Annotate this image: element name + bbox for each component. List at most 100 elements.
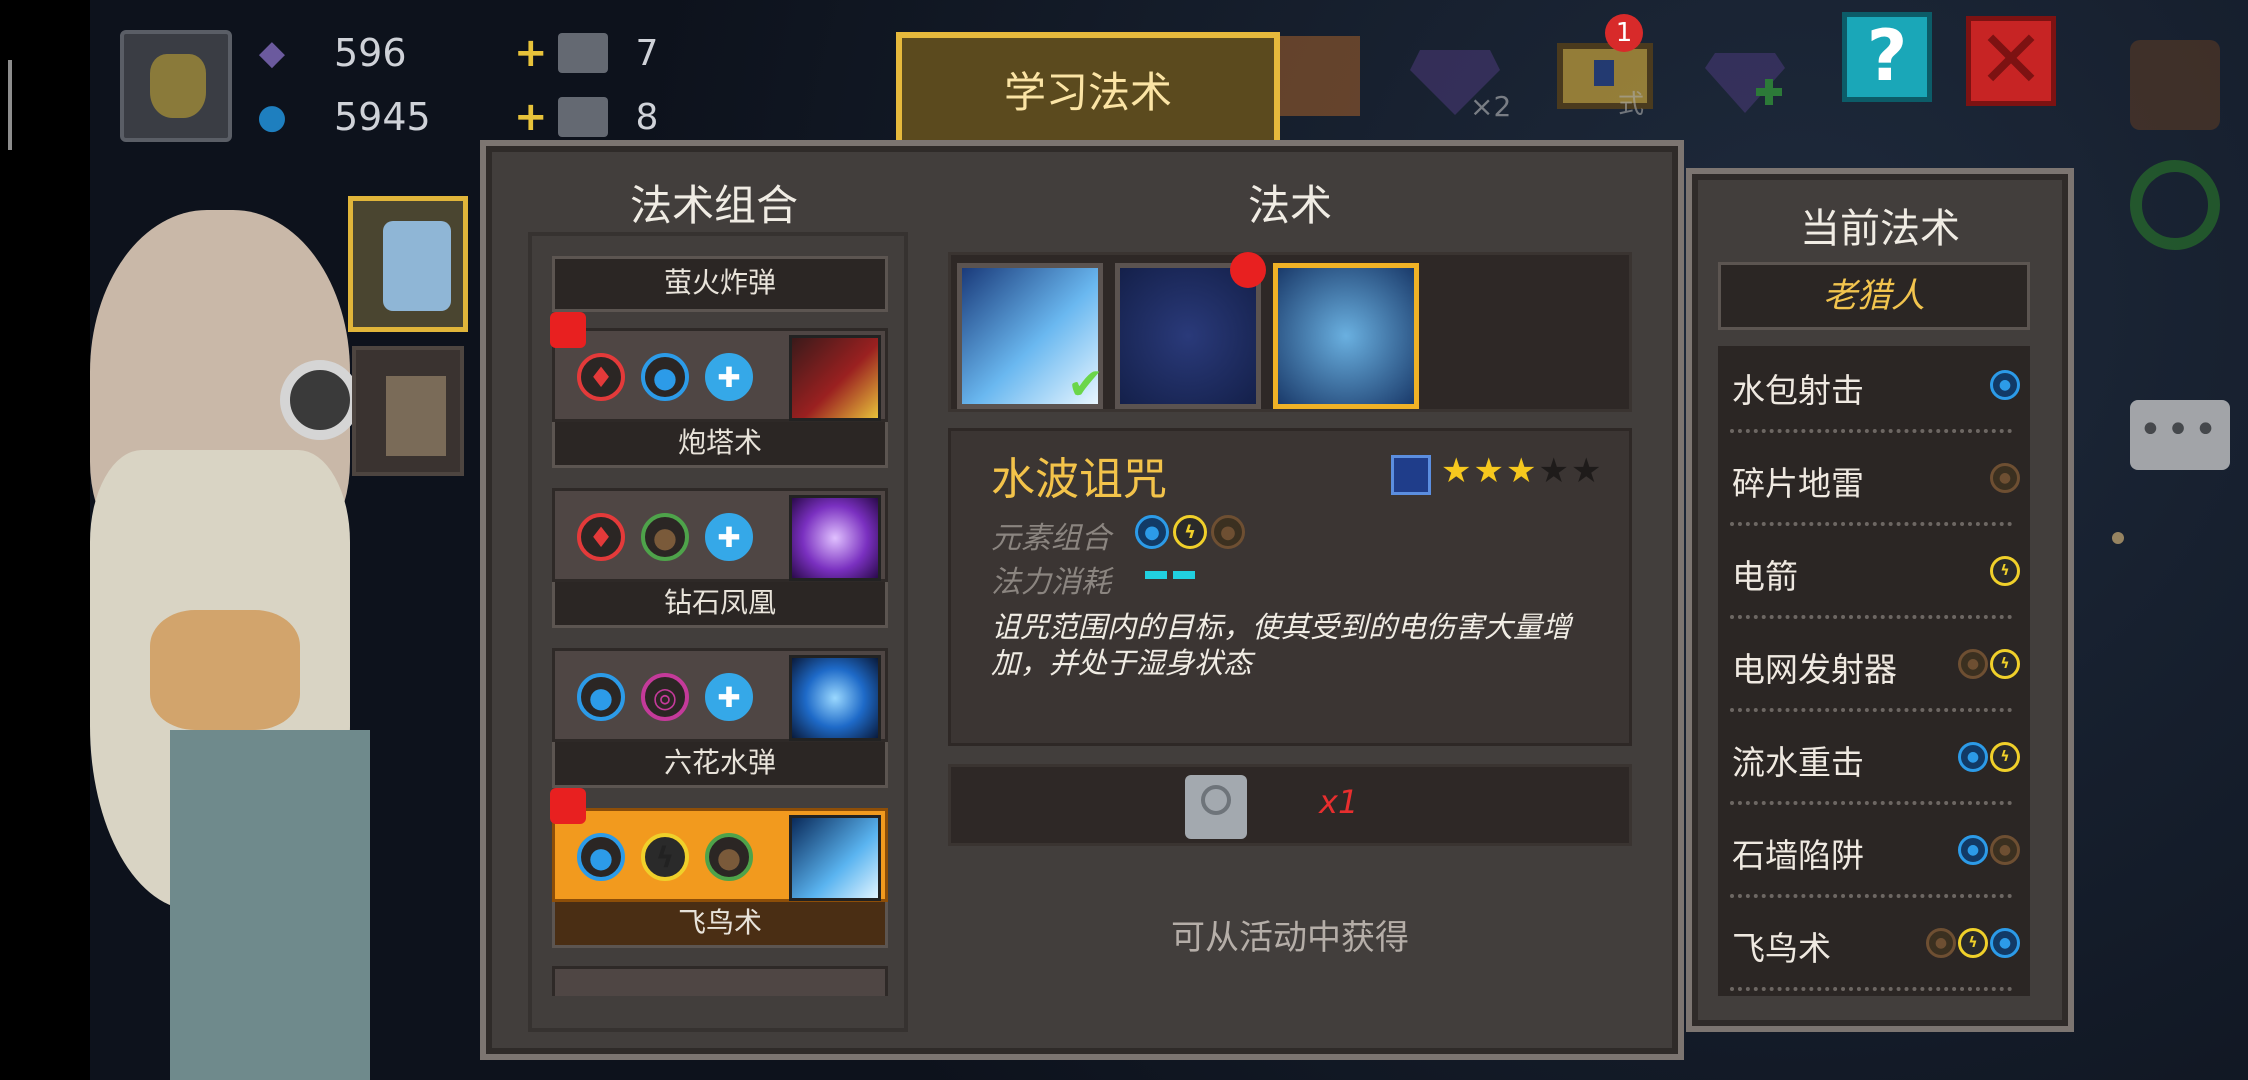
water-element-icon: ●	[1958, 742, 1988, 772]
combo-item-selected[interactable]: ● ϟ ● 飞鸟术	[552, 808, 888, 948]
gem-icon: ◆	[258, 33, 286, 73]
decor-dot	[2112, 532, 2124, 544]
material-count: 7	[635, 32, 659, 74]
emote-icon[interactable]	[2130, 160, 2220, 250]
crown-gem-icon[interactable]: ×2	[1400, 20, 1510, 120]
spell-rating: ★★★★★	[1441, 451, 1603, 491]
current-spell-item[interactable]: 碎片地雷 ●	[1718, 439, 2030, 532]
current-spell-item[interactable]: 飞鸟术 ● ϟ ●	[1718, 904, 2030, 997]
current-spell-item[interactable]: 电网发射器 ● ϟ	[1718, 625, 2030, 718]
combo-item[interactable]: ● ◎ ✚ 六花水弹	[552, 648, 888, 788]
spell-description: 诅咒范围内的目标，使其受到的电伤害大量增加，并处于湿身状态	[991, 610, 1572, 680]
spell-name: 电网发射器	[1732, 650, 1897, 689]
material-icon	[557, 97, 608, 137]
combo-name: 六花水弹	[552, 742, 888, 788]
turret-spell-icon	[789, 335, 881, 421]
current-spell-item[interactable]: 流水重击 ● ϟ	[1718, 718, 2030, 811]
combo-item[interactable]: ♦ ● ✚ 钻石凤凰	[552, 488, 888, 628]
add-icon[interactable]: +	[514, 94, 548, 140]
divider	[1730, 615, 2012, 619]
npc-monocle	[280, 360, 360, 440]
star-icon: ★	[1441, 451, 1474, 491]
old-hunter-npc	[90, 210, 390, 1080]
combo-name: 飞鸟术	[552, 902, 888, 948]
combo-elements: ● ϟ ●	[552, 808, 888, 902]
earth-element-icon: ●	[1958, 649, 1988, 679]
star-icon: ★	[1505, 451, 1539, 491]
close-x-icon[interactable]: ✕	[1966, 16, 2056, 106]
water-element-icon: ●	[1990, 370, 2020, 400]
material-icon	[557, 33, 608, 73]
current-spells-list[interactable]: 水包射击 ● 碎片地雷 ● 电箭 ϟ 电网发射器 ● ϟ 流水重击 ● ϟ 石墙陷阱…	[1718, 346, 2030, 996]
fire-element-icon: ♦	[577, 513, 625, 561]
current-spell-item[interactable]: 电箭 ϟ	[1718, 532, 2030, 625]
spells-title: 法术	[1248, 181, 1333, 230]
notification-badge: 1	[1605, 14, 1643, 52]
combos-list[interactable]: 萤火炸弹 ♦ ● ✚ 炮塔术 ♦ ● ✚ 钻石凤凰 ● ◎ ✚ 六花水弹 ● ϟ…	[552, 256, 888, 996]
storage-box-icon	[386, 376, 446, 456]
ice-element-icon: ✚	[705, 673, 753, 721]
water-bomb-spell-icon	[789, 655, 881, 741]
lightning-element-icon: ϟ	[1173, 515, 1207, 549]
duck-icon	[150, 54, 206, 118]
gem-resource: ◆ 596 + 7	[250, 30, 659, 76]
combos-title: 法术组合	[630, 181, 799, 230]
spell-name: 碎片地雷	[1732, 464, 1864, 503]
spell-variants: ✔	[948, 252, 1632, 412]
water-element-icon: ●	[1135, 515, 1169, 549]
add-icon[interactable]: +	[514, 30, 548, 76]
combo-item-partial[interactable]	[552, 966, 888, 996]
spell-name: 流水重击	[1732, 743, 1864, 782]
spell-type-icon	[1391, 455, 1431, 495]
cost-quantity: x1	[1319, 783, 1359, 821]
earth-element-icon: ●	[641, 513, 689, 561]
spell-name: 电箭	[1732, 557, 1798, 596]
combo-elements: ♦ ● ✚	[552, 328, 888, 422]
arcane-element-icon: ◎	[641, 673, 689, 721]
current-spell-item[interactable]: 水包射击 ●	[1718, 346, 2030, 439]
source-note: 可从活动中获得	[1171, 918, 1409, 958]
water-element-icon: ●	[577, 673, 625, 721]
coin-resource: ● 5945 + 8	[250, 94, 658, 140]
water-element-icon: ●	[641, 353, 689, 401]
combo-name: 钻石凤凰	[552, 582, 888, 628]
player-avatar[interactable]	[120, 30, 232, 142]
star-empty-icon: ★	[1538, 451, 1571, 491]
learn-spell-tab[interactable]: 学习法术	[896, 32, 1280, 140]
combo-item[interactable]: ♦ ● ✚ 炮塔术	[552, 328, 888, 468]
earth-element-icon: ●	[705, 833, 753, 881]
diamond-phoenix-spell-icon	[789, 495, 881, 581]
learn-spell-title: 学习法术	[1003, 67, 1172, 117]
lightning-element-icon: ϟ	[1990, 742, 2020, 772]
coin-count: 5945	[334, 95, 431, 139]
combo-item-partial[interactable]: 萤火炸弹	[552, 256, 888, 312]
spell-variant-3-selected[interactable]	[1273, 263, 1419, 409]
current-spells-title: 当前法术	[1800, 206, 1960, 252]
chat-bubble-icon[interactable]: •••	[2130, 400, 2230, 470]
spell-variant-1[interactable]: ✔	[957, 263, 1104, 410]
lightning-element-icon: ϟ	[1990, 649, 2020, 679]
divider	[1730, 522, 2012, 526]
coin-icon: ●	[257, 97, 287, 137]
question-mark-icon[interactable]: ?	[1842, 12, 1932, 102]
earth-element-icon: ●	[1990, 463, 2020, 493]
gem-plus-icon[interactable]	[1700, 28, 1790, 118]
bird-spell-icon	[789, 815, 881, 901]
gift-icon[interactable]	[1280, 36, 1360, 116]
current-spell-item[interactable]: 石墙陷阱 ● ●	[1718, 811, 2030, 904]
tab-storage[interactable]	[352, 346, 464, 476]
spell-name: 水波诅咒	[991, 454, 1167, 505]
spell-name: 水包射击	[1732, 371, 1864, 410]
material-count: 8	[635, 96, 659, 138]
checkmark-icon: ✔	[1067, 359, 1104, 410]
backpack-icon[interactable]	[2130, 40, 2220, 130]
lightning-element-icon: ϟ	[1958, 928, 1988, 958]
scroll-icon	[1185, 775, 1247, 839]
new-badge	[1230, 252, 1266, 288]
combo-elements: ● ◎ ✚	[552, 648, 888, 742]
tab-spells[interactable]	[348, 196, 468, 332]
gem-count: 596	[334, 31, 407, 75]
earth-element-icon: ●	[1990, 835, 2020, 865]
svg-text:×2: ×2	[1470, 90, 1510, 120]
lightning-element-icon: ϟ	[1990, 556, 2020, 586]
